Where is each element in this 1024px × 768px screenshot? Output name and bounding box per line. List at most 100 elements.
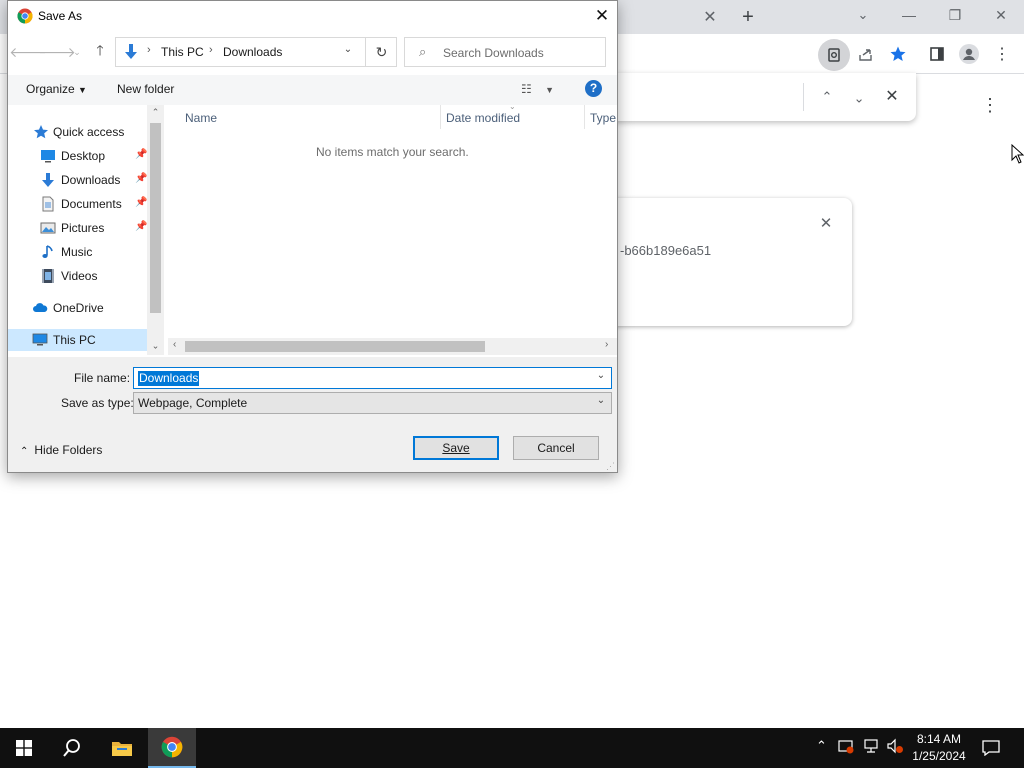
- tab-close-icon[interactable]: ✕: [700, 8, 720, 28]
- view-dropdown-icon: ▼: [545, 85, 555, 95]
- search-box[interactable]: ⌕: [404, 37, 606, 67]
- find-close-icon[interactable]: ✕: [881, 86, 903, 108]
- nav-scrollbar[interactable]: ⌃ ⌃: [147, 105, 164, 355]
- onedrive-cloud-icon: [33, 303, 48, 312]
- file-name-dropdown-icon[interactable]: ⌄: [593, 370, 609, 381]
- organize-button[interactable]: Organize ▼: [26, 82, 87, 96]
- download-card: -b66b189e6a51 ✕: [600, 198, 852, 326]
- desktop-icon: [41, 150, 55, 163]
- find-bar: ⌃ ⌃ ✕: [600, 73, 916, 121]
- tab-search-icon[interactable]: ⌄: [852, 7, 874, 27]
- column-type[interactable]: Type: [590, 111, 616, 125]
- nav-item-downloads[interactable]: Downloads 📌: [8, 169, 147, 191]
- column-name[interactable]: Name: [185, 111, 217, 125]
- nav-item-this-pc[interactable]: This PC: [8, 329, 147, 351]
- notification-center-button[interactable]: [968, 728, 1014, 768]
- nav-item-label: Desktop: [61, 149, 106, 163]
- search-icon: ⌕: [419, 44, 427, 59]
- restore-window-button[interactable]: ❐: [935, 4, 975, 28]
- show-hidden-icons-icon[interactable]: ⌃: [816, 738, 827, 754]
- file-list-hscrollbar[interactable]: ‹ ›: [168, 338, 617, 355]
- dialog-close-icon[interactable]: ✕: [590, 5, 614, 27]
- breadcrumb-downloads[interactable]: Downloads: [223, 45, 282, 59]
- folder-icon: [112, 742, 132, 756]
- nav-scroll-thumb[interactable]: [150, 123, 161, 313]
- pictures-icon: [40, 222, 56, 234]
- nav-item-videos[interactable]: Videos: [8, 265, 147, 287]
- taskbar-clock[interactable]: 8:14 AM 1/25/2024: [905, 731, 973, 765]
- new-tab-button[interactable]: +: [737, 6, 759, 28]
- taskbar-search-button[interactable]: [48, 728, 96, 768]
- help-icon[interactable]: ?: [585, 80, 602, 97]
- file-name-field[interactable]: Downloads ⌄: [133, 367, 612, 389]
- pin-icon: 📌: [135, 149, 148, 160]
- address-bar[interactable]: › This PC › Downloads ⌄ ↻: [115, 37, 397, 67]
- save-button[interactable]: Save: [413, 436, 499, 460]
- nav-item-desktop[interactable]: Desktop 📌: [8, 145, 147, 167]
- nav-item-pictures[interactable]: Pictures 📌: [8, 217, 147, 239]
- nav-item-music[interactable]: Music: [8, 241, 147, 263]
- cancel-button[interactable]: Cancel: [513, 436, 599, 460]
- file-name-value[interactable]: Downloads: [138, 371, 200, 386]
- music-icon: [42, 245, 53, 258]
- network-icon[interactable]: [863, 738, 879, 757]
- column-divider[interactable]: [440, 105, 441, 129]
- find-previous-icon[interactable]: ⌃: [816, 86, 838, 108]
- profile-avatar-icon[interactable]: [956, 41, 982, 67]
- up-arrow-icon[interactable]: 🡑: [89, 41, 111, 63]
- lens-search-button[interactable]: [818, 39, 850, 71]
- minimize-window-button[interactable]: —: [889, 4, 929, 28]
- column-divider[interactable]: [584, 105, 585, 129]
- save-as-dialog: Save As ✕ 🡐 🡒 ⌄ 🡑 › This PC › Downloads …: [7, 0, 618, 473]
- scroll-down-icon[interactable]: ⌃: [150, 339, 161, 350]
- recent-locations-icon[interactable]: ⌄: [70, 41, 84, 63]
- file-list-scroll-thumb[interactable]: [185, 341, 485, 352]
- bookmark-star-icon[interactable]: [885, 41, 911, 67]
- start-button[interactable]: [0, 728, 48, 768]
- scroll-up-icon[interactable]: ⌃: [150, 107, 161, 118]
- share-icon[interactable]: [853, 41, 879, 67]
- file-explorer-button[interactable]: [98, 728, 146, 768]
- breadcrumb-chevron-icon: ›: [209, 44, 213, 56]
- change-view-button[interactable]: ☷ ▼: [521, 82, 554, 96]
- refresh-icon[interactable]: ↻: [365, 38, 397, 66]
- chrome-taskbar-button[interactable]: [148, 728, 196, 768]
- search-icon: [63, 739, 80, 757]
- windows-security-icon[interactable]: [838, 738, 854, 757]
- downloads-icon: [42, 173, 54, 187]
- breadcrumb-this-pc[interactable]: This PC: [161, 45, 204, 59]
- nav-item-documents[interactable]: Documents 📌: [8, 193, 147, 215]
- file-list: Name ⌄ Date modified Type No items match…: [168, 102, 617, 355]
- save-as-type-value: Webpage, Complete: [138, 396, 248, 410]
- nav-quick-access[interactable]: Quick access: [8, 121, 147, 143]
- page-menu-icon[interactable]: ⋮: [980, 93, 1000, 117]
- chrome-menu-icon[interactable]: ⋮: [989, 41, 1015, 67]
- clock-time: 8:14 AM: [916, 732, 962, 746]
- volume-muted-icon[interactable]: [886, 738, 904, 757]
- save-as-type-select[interactable]: Webpage, Complete ⌄: [133, 392, 612, 414]
- mouse-cursor-icon: [1011, 144, 1024, 164]
- save-as-type-dropdown-icon[interactable]: ⌄: [593, 395, 609, 406]
- scroll-right-icon[interactable]: ›: [605, 339, 608, 350]
- close-window-button[interactable]: ✕: [981, 4, 1021, 28]
- nav-item-onedrive[interactable]: OneDrive: [8, 297, 147, 319]
- resize-grip-icon[interactable]: ⋰: [606, 461, 615, 472]
- forward-arrow-icon[interactable]: 🡒: [38, 41, 76, 63]
- new-folder-button[interactable]: New folder: [117, 82, 174, 96]
- pin-icon: 📌: [135, 197, 148, 208]
- page-search-icon: [828, 48, 840, 62]
- address-dropdown-icon[interactable]: ⌄: [338, 44, 358, 62]
- file-name-label: File name:: [74, 371, 131, 385]
- hide-folders-button[interactable]: ⌃ Hide Folders: [20, 443, 102, 457]
- download-card-close-icon[interactable]: ✕: [816, 214, 836, 234]
- notification-icon: [982, 740, 1000, 756]
- save-options-panel: File name: Downloads ⌄ Save as type: Web…: [8, 357, 617, 472]
- nav-item-label: This PC: [53, 333, 96, 347]
- side-panel-icon[interactable]: [924, 41, 950, 67]
- find-next-icon[interactable]: ⌃: [848, 86, 870, 108]
- back-arrow-icon[interactable]: 🡐: [9, 41, 47, 63]
- column-date-modified[interactable]: Date modified: [446, 111, 520, 125]
- hide-folders-label: Hide Folders: [34, 443, 103, 457]
- scroll-left-icon[interactable]: ‹: [173, 339, 176, 350]
- search-input[interactable]: [443, 44, 601, 61]
